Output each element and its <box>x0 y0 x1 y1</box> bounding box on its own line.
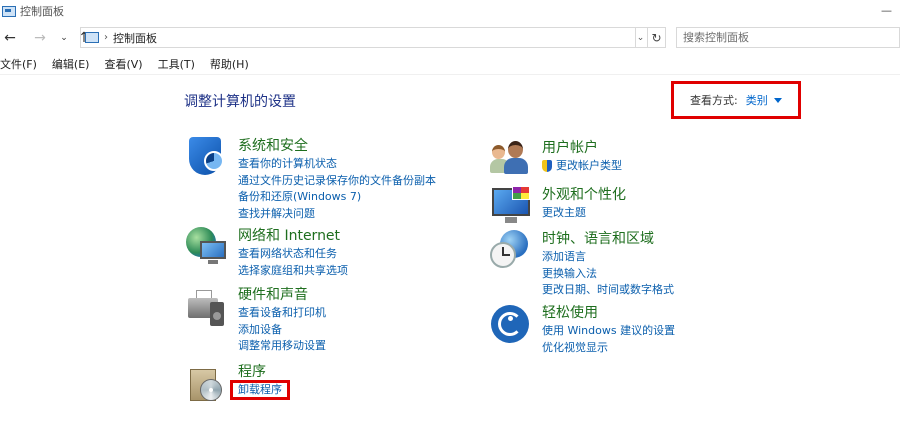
address-bar[interactable]: › 控制面板 <box>80 27 636 48</box>
menu-tools[interactable]: 工具(T) <box>154 56 199 72</box>
caret-down-icon[interactable] <box>773 97 782 103</box>
link-homegroup-sharing[interactable]: 选择家庭组和共享选项 <box>238 263 348 280</box>
category-clock-language-region: 时钟、语言和区域 添加语言 更换输入法 更改日期、时间或数字格式 <box>490 230 674 299</box>
link-optimize-display[interactable]: 优化视觉显示 <box>542 340 675 357</box>
network-globe-icon[interactable] <box>186 227 230 271</box>
link-change-theme[interactable]: 更改主题 <box>542 205 626 222</box>
clock-globe-icon[interactable] <box>490 230 534 274</box>
ease-of-access-icon[interactable] <box>490 304 534 348</box>
link-change-date-format[interactable]: 更改日期、时间或数字格式 <box>542 282 674 299</box>
category-title-clock[interactable]: 时钟、语言和区域 <box>542 230 674 248</box>
menu-view[interactable]: 查看(V) <box>100 56 146 72</box>
category-title-hardware[interactable]: 硬件和声音 <box>238 286 326 304</box>
link-file-history-backup[interactable]: 通过文件历史记录保存你的文件备份副本 <box>238 173 436 190</box>
monitor-palette-icon[interactable] <box>490 186 534 230</box>
link-recommended-settings[interactable]: 使用 Windows 建议的设置 <box>542 323 675 340</box>
link-network-status[interactable]: 查看网络状态和任务 <box>238 246 348 263</box>
printer-speaker-icon[interactable] <box>186 286 230 330</box>
minimize-button[interactable]: — <box>881 4 892 17</box>
menu-divider <box>0 74 900 75</box>
search-box[interactable] <box>676 27 900 48</box>
link-backup-restore[interactable]: 备份和还原(Windows 7) <box>238 189 436 206</box>
control-panel-icon <box>85 32 99 43</box>
uninstall-highlight <box>230 380 290 400</box>
control-panel-icon <box>2 5 16 17</box>
category-system-security: 系统和安全 查看你的计算机状态 通过文件历史记录保存你的文件备份副本 备份和还原… <box>186 137 436 222</box>
menu-file[interactable]: 文件(F) <box>0 56 41 72</box>
view-by-dropdown[interactable]: 类别 <box>746 92 768 108</box>
refresh-icon[interactable]: ↻ <box>648 27 666 48</box>
link-change-input-method[interactable]: 更换输入法 <box>542 266 674 283</box>
category-network-internet: 网络和 Internet 查看网络状态和任务 选择家庭组和共享选项 <box>186 227 348 279</box>
link-change-account-type-label[interactable]: 更改帐户类型 <box>556 158 622 175</box>
menu-edit[interactable]: 编辑(E) <box>48 56 94 72</box>
category-title-system-security[interactable]: 系统和安全 <box>238 137 436 155</box>
title-bar: 控制面板 — <box>0 0 900 22</box>
breadcrumb-separator-icon: › <box>104 32 108 43</box>
category-ease-of-access: 轻松使用 使用 Windows 建议的设置 优化视觉显示 <box>490 304 675 356</box>
category-title-programs[interactable]: 程序 <box>238 363 282 381</box>
link-troubleshoot[interactable]: 查找并解决问题 <box>238 206 436 223</box>
users-icon[interactable] <box>490 139 534 183</box>
address-dropdown-icon[interactable]: ⌄ <box>634 27 648 48</box>
link-mobility-settings[interactable]: 调整常用移动设置 <box>238 338 326 355</box>
category-appearance: 外观和个性化 更改主题 <box>490 186 626 230</box>
menu-help[interactable]: 帮助(H) <box>206 56 253 72</box>
link-view-computer-status[interactable]: 查看你的计算机状态 <box>238 156 436 173</box>
link-change-account-type[interactable]: 更改帐户类型 <box>542 158 622 175</box>
category-hardware-sound: 硬件和声音 查看设备和打印机 添加设备 调整常用移动设置 <box>186 286 326 355</box>
link-add-device[interactable]: 添加设备 <box>238 322 326 339</box>
uac-shield-icon <box>542 160 552 173</box>
breadcrumb-control-panel[interactable]: 控制面板 <box>113 30 157 46</box>
category-title-network[interactable]: 网络和 Internet <box>238 227 348 245</box>
link-devices-printers[interactable]: 查看设备和打印机 <box>238 305 326 322</box>
category-title-appearance[interactable]: 外观和个性化 <box>542 186 626 204</box>
category-title-ease-of-access[interactable]: 轻松使用 <box>542 304 675 322</box>
link-add-language[interactable]: 添加语言 <box>542 249 674 266</box>
view-by-label: 查看方式: <box>690 94 738 107</box>
programs-disc-icon[interactable] <box>186 363 230 407</box>
navigation-bar: ← → ⌄ ↑ › 控制面板 ⌄ ↻ <box>0 26 900 50</box>
menu-bar: 文件(F) 编辑(E) 查看(V) 工具(T) 帮助(H) <box>0 55 260 73</box>
window-title: 控制面板 <box>20 5 64 18</box>
category-title-user-accounts[interactable]: 用户帐户 <box>542 139 622 157</box>
back-arrow-icon[interactable]: ← <box>2 30 18 46</box>
forward-arrow-icon[interactable]: → <box>32 30 48 46</box>
view-by-highlight: 查看方式: 类别 <box>671 81 801 119</box>
page-title: 调整计算机的设置 <box>184 94 296 110</box>
shield-icon[interactable] <box>186 137 230 181</box>
recent-locations-chevron-icon[interactable]: ⌄ <box>58 30 70 46</box>
search-input[interactable] <box>683 31 899 44</box>
category-user-accounts: 用户帐户 更改帐户类型 <box>490 139 622 183</box>
